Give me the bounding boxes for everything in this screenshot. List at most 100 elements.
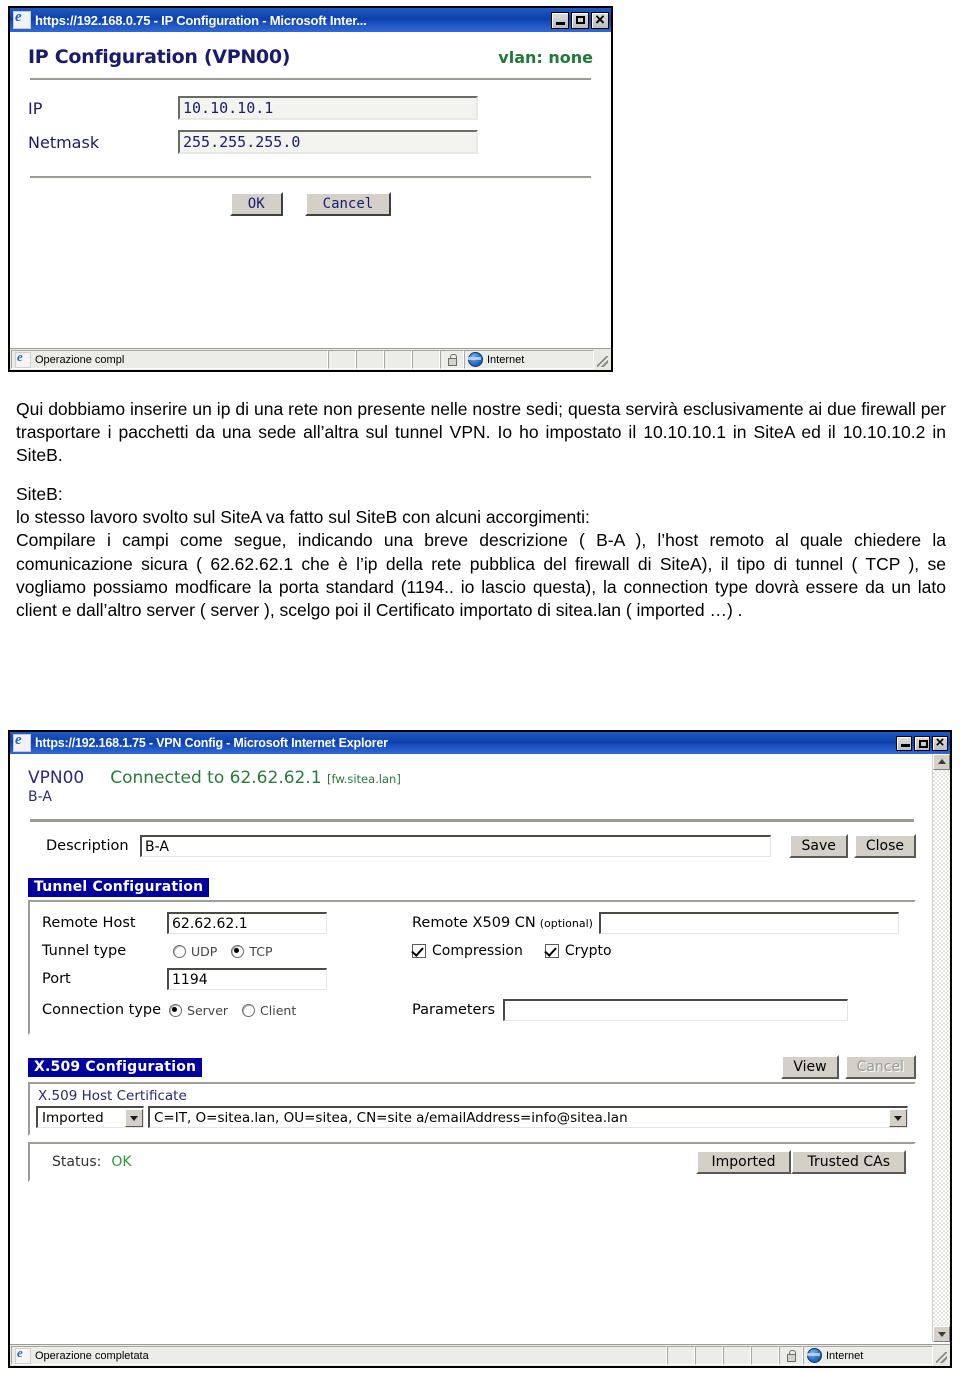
globe-icon xyxy=(807,1348,822,1363)
ip-field-label: IP xyxy=(28,98,43,118)
vpn-status-message: Operazione completata xyxy=(35,1349,149,1362)
tunnel-configuration-section: Tunnel Configuration Remote Host 62.62.6… xyxy=(28,878,916,1035)
x509-select-row: Imported C=IT, O=sitea.lan, OU=sitea, CN… xyxy=(36,1106,908,1128)
certificate-source-value: Imported xyxy=(42,1109,104,1126)
vpn-status-pad-4 xyxy=(751,1346,779,1365)
ie-icon xyxy=(13,9,31,29)
remote-host-group: Remote Host 62.62.62.1 xyxy=(42,912,412,934)
chevron-down-icon[interactable] xyxy=(889,1108,907,1127)
tunnel-type-udp-radio[interactable] xyxy=(173,944,186,958)
connection-type-server-label: Server xyxy=(187,1002,229,1018)
scroll-up-arrow-icon[interactable] xyxy=(933,754,950,770)
maximize-icon[interactable] xyxy=(914,735,930,751)
resize-grip-icon[interactable] xyxy=(594,350,610,369)
vpn-window-client-area: VPN00 Connected to 62.62.62.1 [fw.sitea.… xyxy=(10,754,950,1342)
vpn-connection-header: VPN00 Connected to 62.62.62.1 [fw.sitea.… xyxy=(28,768,916,788)
vpn-window-titlebar[interactable]: https://192.168.1.75 - VPN Config - Micr… xyxy=(10,732,950,754)
minimize-icon[interactable] xyxy=(896,735,912,751)
save-button[interactable]: Save xyxy=(789,834,848,858)
parameters-input[interactable] xyxy=(503,999,848,1021)
status-pad-1 xyxy=(328,350,356,369)
ip-status-message-cell: Operazione compl xyxy=(11,350,328,369)
crypto-label: Crypto xyxy=(564,943,612,959)
cancel-button[interactable]: Cancel xyxy=(304,192,392,216)
close-icon[interactable] xyxy=(591,9,609,31)
chevron-down-icon[interactable] xyxy=(125,1108,143,1127)
vpn-status-pad-2 xyxy=(695,1346,723,1365)
crypto-checkbox[interactable] xyxy=(544,944,559,958)
lock-icon xyxy=(447,353,457,366)
tunnel-section-box: Remote Host 62.62.62.1 Remote X509 CN (o… xyxy=(28,900,916,1035)
description-input[interactable]: B-A xyxy=(140,835,772,857)
remote-x509cn-label: Remote X509 CN xyxy=(412,915,536,931)
prose-siteb-label: SiteB: xyxy=(16,484,63,505)
vpn-connected-text: Connected to 62.62.62.1 xyxy=(110,768,322,788)
remote-x509cn-input[interactable] xyxy=(598,912,899,934)
scrollbar-track[interactable] xyxy=(933,770,950,1326)
connection-type-client-radio[interactable] xyxy=(242,1003,256,1017)
ip-configuration-window: https://192.168.0.75 - IP Configuration … xyxy=(8,6,613,372)
ip-window-titlebar[interactable]: https://192.168.0.75 - IP Configuration … xyxy=(10,8,611,32)
compression-checkbox[interactable] xyxy=(412,944,426,958)
vpn-window-controls xyxy=(896,733,948,752)
tunnel-type-radios: UDP TCP xyxy=(173,944,286,959)
ip-window-title: https://192.168.0.75 - IP Configuration … xyxy=(35,12,367,28)
x509-host-certificate-box: X.509 Host Certificate Imported C=IT, O=… xyxy=(28,1082,916,1136)
status-pad-4 xyxy=(412,350,440,369)
vertical-scrollbar[interactable] xyxy=(932,754,950,1342)
connection-type-row: Connection type Server Client Parameters xyxy=(42,999,902,1021)
netmask-input[interactable]: 255.255.255.0 xyxy=(178,130,478,154)
prose-paragraph-1: Qui dobbiamo inserire un ip di una rete … xyxy=(16,399,946,466)
x509-host-certificate-legend: X.509 Host Certificate xyxy=(38,1088,187,1104)
port-label: Port xyxy=(42,971,71,987)
vpn-status-zone: Internet xyxy=(826,1349,864,1362)
connection-type-client-label: Client xyxy=(260,1002,297,1018)
status-pad-3 xyxy=(384,350,412,369)
vlan-label: vlan: none xyxy=(498,48,593,67)
certificate-dn-select[interactable]: C=IT, O=sitea.lan, OU=sitea, CN=site a/e… xyxy=(148,1106,908,1128)
connection-type-radios: Server Client xyxy=(169,1003,310,1018)
view-button[interactable]: View xyxy=(781,1055,839,1079)
close-icon[interactable] xyxy=(932,733,948,752)
close-button[interactable]: Close xyxy=(853,834,916,858)
port-group: Port 1194 xyxy=(42,968,412,990)
remote-host-input[interactable]: 62.62.62.1 xyxy=(167,912,327,934)
connection-type-server-radio[interactable] xyxy=(169,1003,183,1017)
ok-button[interactable]: OK xyxy=(229,192,283,216)
lock-icon xyxy=(786,1349,796,1362)
ip-field-row: IP 10.10.10.1 xyxy=(28,96,593,120)
imported-button[interactable]: Imported xyxy=(695,1150,792,1174)
vpn-subtitle: B-A xyxy=(28,789,52,805)
document-prose: Qui dobbiamo inserire un ip di una rete … xyxy=(16,398,946,622)
resize-grip-icon[interactable] xyxy=(933,1346,949,1365)
port-input[interactable]: 1194 xyxy=(167,968,327,990)
minimize-icon[interactable] xyxy=(551,11,569,29)
prose-paragraph-2: lo stesso lavoro svolto sul SiteA va fat… xyxy=(16,507,590,528)
ie-mini-icon xyxy=(15,351,31,368)
tunnel-type-tcp-radio[interactable] xyxy=(231,944,245,958)
x509-header-buttons: View Cancel xyxy=(781,1055,916,1079)
ie-mini-icon xyxy=(15,1347,31,1364)
x509-configuration-section: X.509 Configuration View Cancel X.509 Ho… xyxy=(28,1055,916,1182)
compression-label: Compression xyxy=(432,943,523,959)
ip-config-header: IP Configuration (VPN00) vlan: none xyxy=(28,46,593,68)
ip-status-zone-cell: Internet xyxy=(464,350,594,369)
tunnel-section-title: Tunnel Configuration xyxy=(28,878,210,897)
ip-window-controls xyxy=(551,9,609,31)
maximize-icon[interactable] xyxy=(571,11,589,29)
remote-host-row: Remote Host 62.62.62.1 Remote X509 CN (o… xyxy=(42,912,902,934)
ip-window-statusbar: Operazione compl Internet xyxy=(10,348,611,370)
vpn-status-zone-cell: Internet xyxy=(803,1346,933,1365)
trusted-cas-button[interactable]: Trusted CAs xyxy=(791,1150,906,1174)
divider-bottom xyxy=(30,176,591,178)
ip-input[interactable]: 10.10.10.1 xyxy=(178,96,478,120)
ip-config-button-row: OK Cancel xyxy=(28,192,593,216)
tunnel-type-group: Tunnel type UDP TCP xyxy=(42,943,412,959)
certificate-source-select[interactable]: Imported xyxy=(36,1106,144,1128)
x509-section-header: X.509 Configuration View Cancel xyxy=(28,1055,916,1079)
description-label: Description xyxy=(46,838,129,854)
scroll-down-arrow-icon[interactable] xyxy=(933,1326,950,1342)
vpn-status-pad-1 xyxy=(667,1346,695,1365)
vpn-status-lock-cell xyxy=(779,1346,803,1365)
vpn-id-label: VPN00 xyxy=(28,768,85,788)
